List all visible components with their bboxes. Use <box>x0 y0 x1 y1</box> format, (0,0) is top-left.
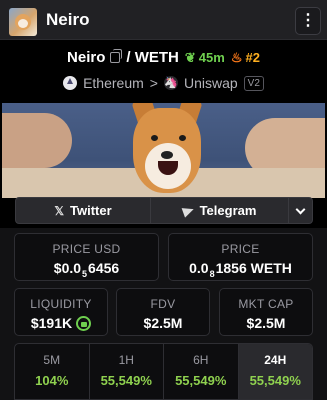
price-usd-prefix: $0.0 <box>53 260 82 276</box>
tab-1h[interactable]: 1H 55,549% <box>90 344 164 399</box>
price-native-prefix: 0.0 <box>189 260 209 276</box>
liquidity-card: LIQUIDITY $191K <box>14 288 108 336</box>
telegram-plane-icon <box>181 203 195 218</box>
telegram-label: Telegram <box>199 203 257 218</box>
mkt-cap-card: MKT CAP $2.5M <box>219 288 313 336</box>
token-banner-image <box>2 103 325 198</box>
price-usd-digits: 6456 <box>88 260 120 276</box>
tab-6h-change: 55,549% <box>175 373 227 388</box>
tab-6h[interactable]: 6H 55,549% <box>164 344 239 399</box>
tab-5m-change: 104% <box>35 373 69 388</box>
header-bar: Neiro ⋮ <box>0 0 327 40</box>
mkt-cap-value: $2.5M <box>246 315 286 331</box>
chain-row: Ethereum > 🦄 Uniswap V2 <box>0 75 327 91</box>
liquidity-label: LIQUIDITY <box>30 297 92 311</box>
token-title: Neiro <box>46 10 90 29</box>
lock-icon[interactable] <box>76 315 92 331</box>
tab-1h-label: 1H <box>118 353 134 367</box>
tab-5m[interactable]: 5M 104% <box>15 344 90 399</box>
fdv-card: FDV $2.5M <box>116 288 210 336</box>
price-usd-label: PRICE USD <box>52 242 121 256</box>
price-usd-card: PRICE USD $0.0 5 6456 <box>14 233 159 281</box>
tab-5m-label: 5M <box>43 353 61 367</box>
tab-1h-change: 55,549% <box>100 373 152 388</box>
liquidity-value-row: $191K <box>15 315 107 331</box>
mkt-cap-label: MKT CAP <box>238 297 294 311</box>
timeframe-tabs: 5M 104% 1H 55,549% 6H 55,549% 24H 55,549… <box>14 343 313 400</box>
price-native-card: PRICE 0.0 8 1856 WETH <box>168 233 313 281</box>
liquidity-value: $191K <box>30 315 73 331</box>
pair-rank: ♨ #2 <box>231 50 260 66</box>
copy-icon[interactable] <box>110 49 123 63</box>
tab-24h-change: 55,549% <box>249 373 301 388</box>
pair-quote: / WETH <box>126 49 179 66</box>
pair-row: Neiro / WETH ❦ 45m ♨ #2 <box>0 49 327 66</box>
vertical-dots-icon[interactable]: ⋮ <box>295 7 321 35</box>
chain-separator: > <box>149 75 158 91</box>
social-links: 𝕏 Twitter Telegram <box>15 197 313 224</box>
tab-24h[interactable]: 24H 55,549% <box>238 344 312 399</box>
pair-age: ❦ 45m <box>185 50 225 66</box>
x-logo-icon: 𝕏 <box>54 203 64 218</box>
price-native-label: PRICE <box>221 242 260 256</box>
price-native-zeros: 8 <box>209 269 215 279</box>
ethereum-icon <box>63 76 78 90</box>
pair-rank-value: #2 <box>245 50 260 65</box>
twitter-button[interactable]: 𝕏 Twitter <box>15 197 151 224</box>
price-usd-value: $0.0 5 6456 <box>15 260 158 279</box>
fdv-value: $2.5M <box>143 315 183 331</box>
uniswap-icon: 🦄 <box>163 76 178 90</box>
chevron-down-icon <box>295 204 306 214</box>
price-usd-zeros: 5 <box>82 269 88 279</box>
fdv-label: FDV <box>150 297 176 311</box>
fire-icon: ♨ <box>230 49 243 65</box>
pair-age-value: 45m <box>198 50 225 65</box>
tab-6h-label: 6H <box>193 353 209 367</box>
telegram-button[interactable]: Telegram <box>151 197 289 224</box>
tab-24h-label: 24H <box>264 353 287 367</box>
chain-network[interactable]: Ethereum <box>83 75 144 91</box>
token-avatar <box>9 8 37 36</box>
dex-version-badge: V2 <box>243 75 264 91</box>
pair-base: Neiro <box>67 49 106 66</box>
chain-dex[interactable]: Uniswap <box>184 75 238 91</box>
price-native-value: 0.0 8 1856 WETH <box>169 260 312 279</box>
more-links-button[interactable] <box>289 197 313 224</box>
twitter-label: Twitter <box>70 203 112 218</box>
sprout-icon: ❦ <box>184 49 196 65</box>
price-native-digits: 1856 WETH <box>215 260 292 276</box>
